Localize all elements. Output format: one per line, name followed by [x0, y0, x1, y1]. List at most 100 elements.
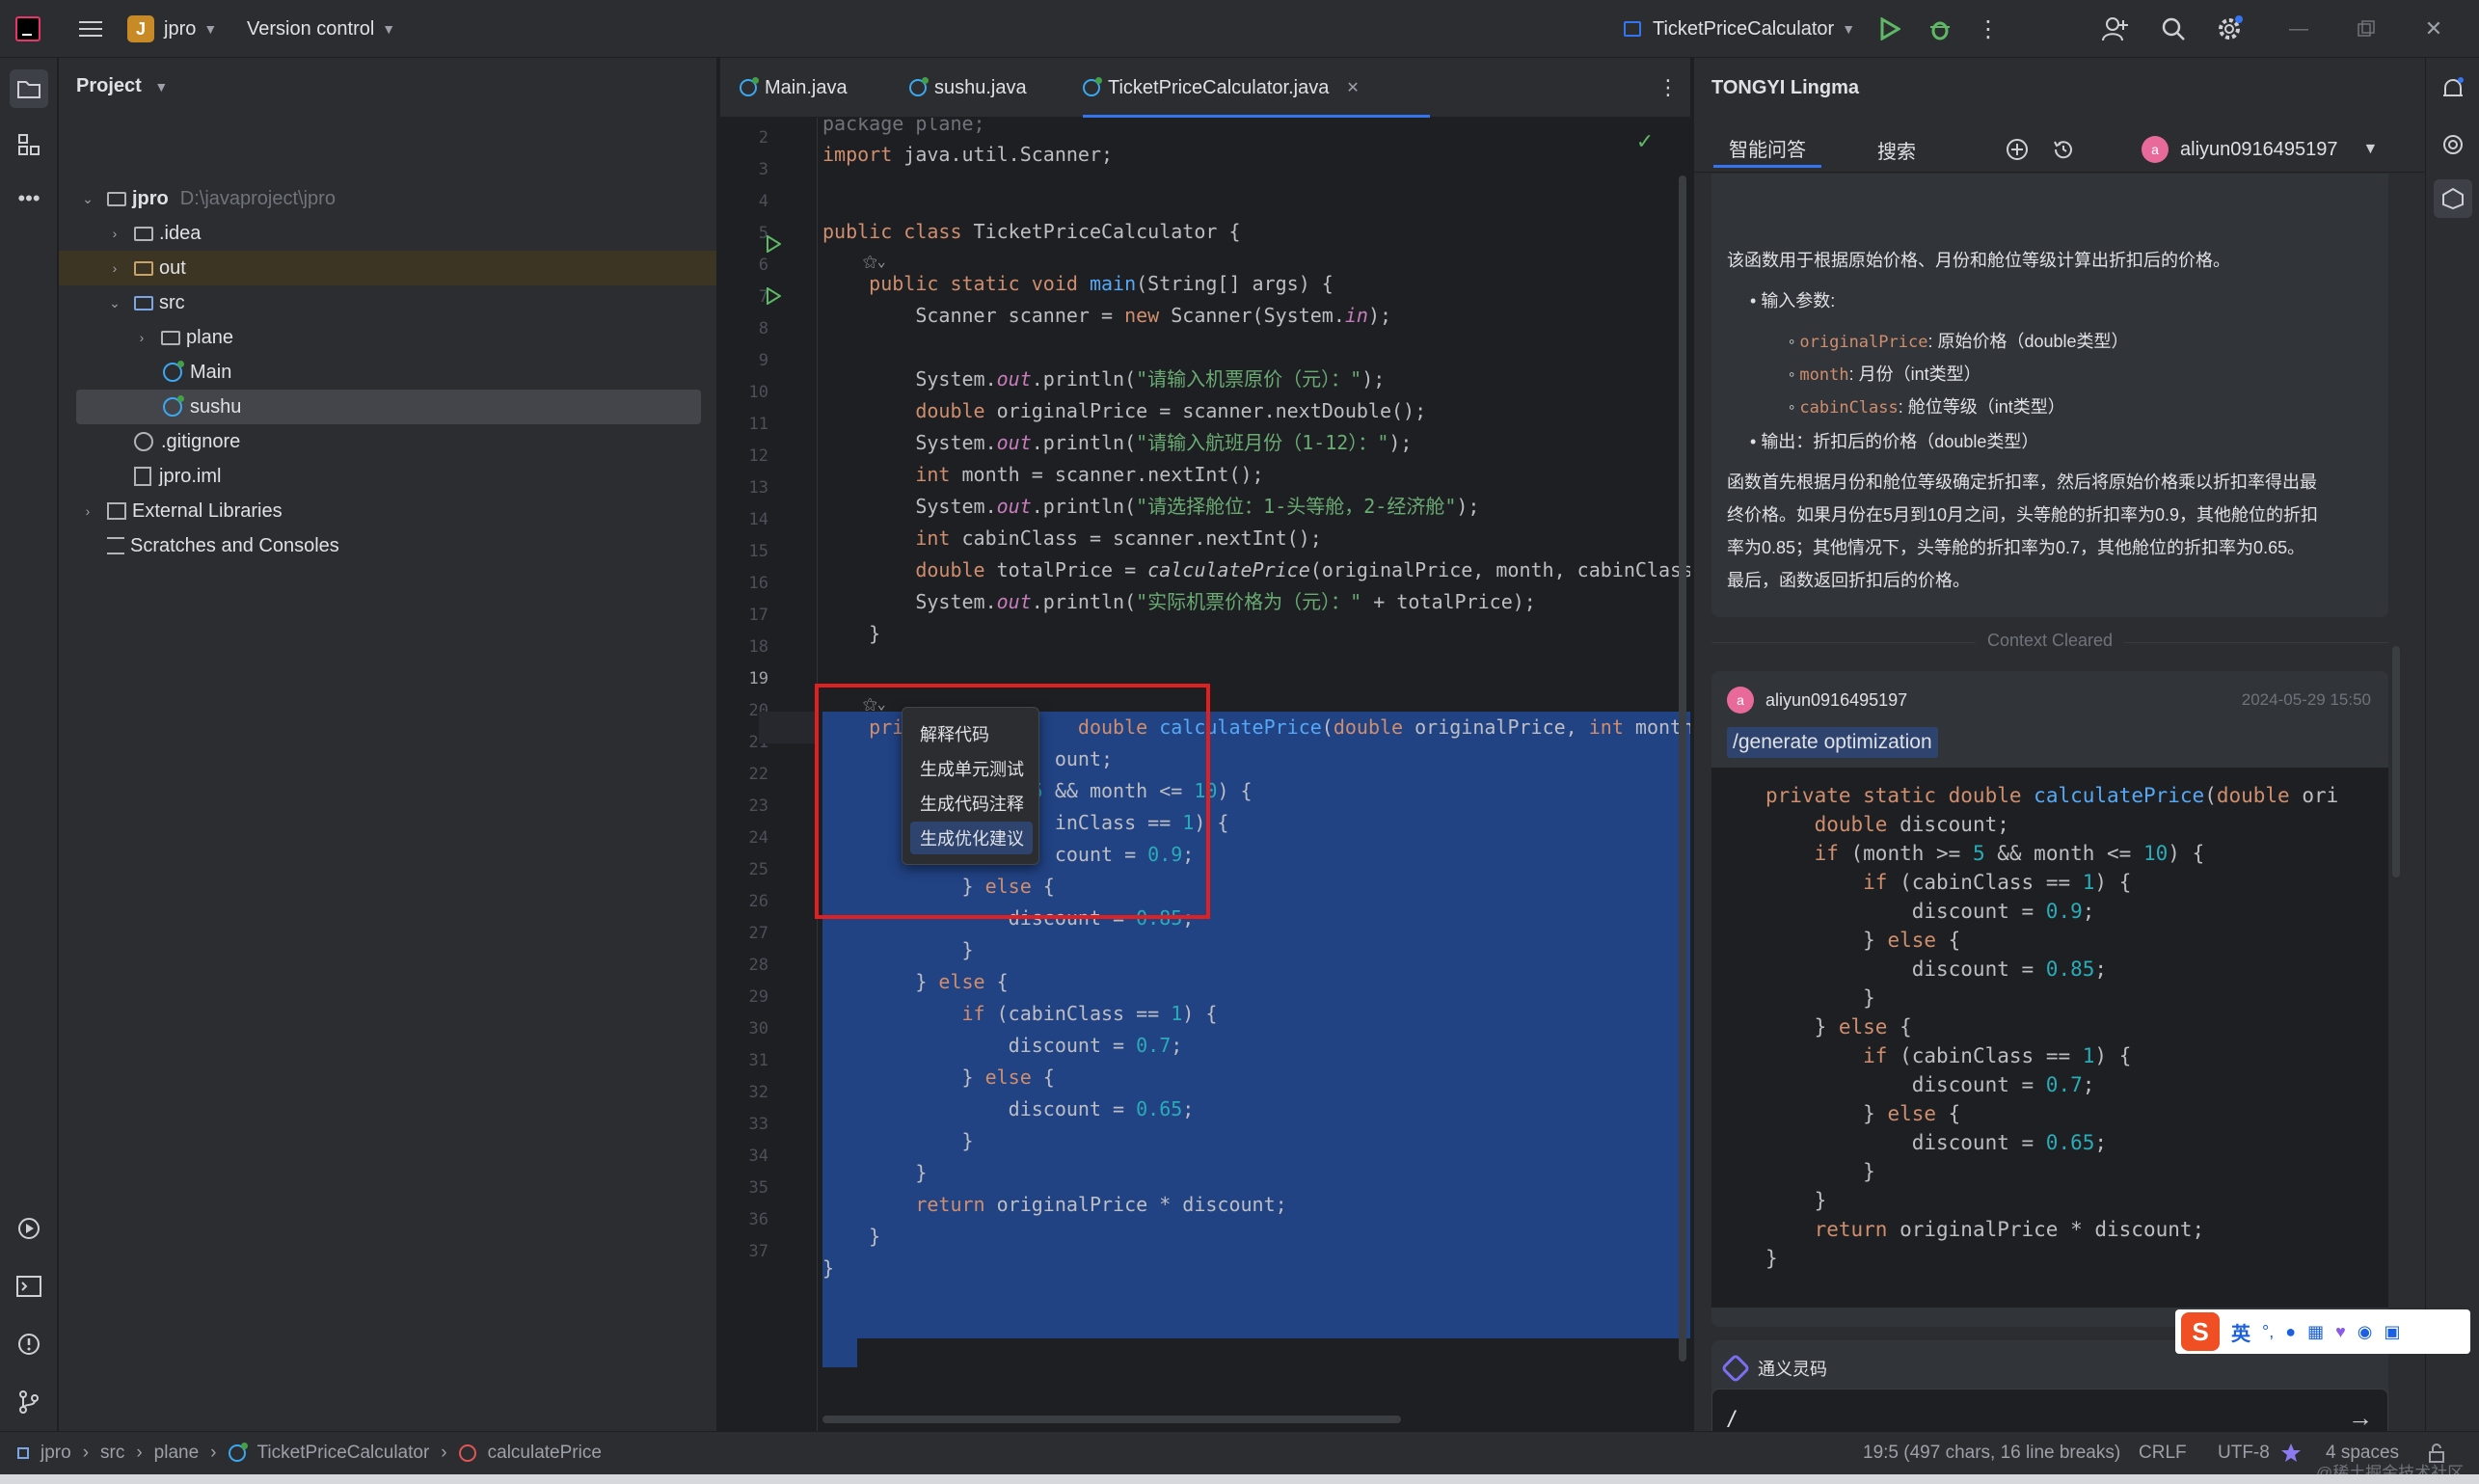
menu-item-generate-unit-test[interactable]: 生成单元测试 [910, 752, 1033, 785]
search-icon[interactable] [2154, 10, 2193, 48]
tab-options-icon[interactable]: ⋮ [1652, 69, 1684, 106]
settings-gear-icon[interactable] [2210, 10, 2249, 48]
tree-item-label: jpro [132, 187, 169, 209]
tree-item-src[interactable]: ⌄ src [105, 285, 786, 320]
ime-skin-icon[interactable]: ♥ [2335, 1322, 2346, 1342]
tree-item-external-libraries[interactable]: › External Libraries [78, 494, 759, 528]
add-user-icon[interactable] [2096, 10, 2135, 48]
tab-sushu-java[interactable]: sushu.java [909, 58, 1027, 118]
tree-item-jpro-iml[interactable]: jpro.iml [134, 459, 815, 494]
menu-item-generate-comments[interactable]: 生成代码注释 [910, 787, 1033, 820]
line-number: 15 [748, 542, 768, 561]
breadcrumb-item[interactable]: src [100, 1443, 124, 1464]
ime-punct-icon[interactable]: °, [2262, 1322, 2274, 1342]
panel-scrollbar[interactable] [2392, 646, 2400, 877]
menu-item-generate-optimization[interactable]: 生成优化建议 [910, 822, 1033, 854]
tab-main-java[interactable]: Main.java [740, 58, 848, 118]
more-tools-icon[interactable]: ••• [10, 179, 48, 218]
tree-item-scratches[interactable]: Scratches and Consoles [78, 528, 759, 563]
tab-label: sushu.java [934, 76, 1027, 98]
line-number: 11 [748, 415, 768, 434]
close-window-icon[interactable]: ✕ [2414, 10, 2453, 48]
code-response-block[interactable]: private static double calculatePrice(dou… [1711, 768, 2388, 1308]
chevron-right-icon[interactable]: › [132, 330, 151, 345]
history-icon[interactable] [2047, 133, 2080, 166]
debug-icon[interactable] [1921, 10, 1959, 48]
project-badge: J [127, 15, 154, 42]
line-separator[interactable]: CRLF [2139, 1432, 2187, 1474]
breadcrumb-item[interactable]: calculatePrice [488, 1443, 602, 1464]
run-config-selector[interactable]: TicketPriceCalculator ▼ [1624, 0, 1855, 58]
ime-game-icon[interactable]: ◉ [2358, 1322, 2373, 1342]
intellij-logo-icon[interactable] [15, 16, 40, 41]
line-number: 35 [748, 1178, 768, 1198]
file-encoding[interactable]: UTF-8 [2218, 1432, 2270, 1474]
breadcrumb-item[interactable]: jpro [40, 1443, 71, 1464]
project-switcher[interactable]: J jpro ▼ [127, 0, 217, 58]
chevron-right-icon[interactable]: › [105, 226, 124, 241]
ime-toolbox-icon[interactable]: ▣ [2385, 1322, 2401, 1342]
run-gutter-icon[interactable] [759, 282, 788, 310]
caret-down-icon: ▼ [2362, 141, 2379, 157]
services-run-icon[interactable] [10, 1209, 48, 1248]
structure-icon[interactable] [10, 125, 48, 164]
tree-item-idea[interactable]: › .idea [105, 216, 786, 251]
lingma-tool-icon[interactable] [2434, 179, 2472, 218]
restore-icon[interactable] [2347, 10, 2385, 48]
chevron-down-icon: ▼ [1842, 21, 1856, 37]
project-panel-header[interactable]: Project ▼ [76, 75, 168, 97]
vertical-scrollbar[interactable] [1679, 175, 1686, 1362]
line-number: 3 [758, 160, 768, 179]
minimize-icon[interactable]: — [2279, 10, 2318, 48]
close-tab-icon[interactable]: ✕ [1346, 78, 1359, 97]
breadcrumb-item[interactable]: TicketPriceCalculator [257, 1443, 430, 1464]
inspection-ok-icon[interactable]: ✓ [1630, 127, 1659, 156]
sogou-ime-icon[interactable]: S [2181, 1312, 2220, 1351]
chevron-right-icon[interactable]: › [78, 503, 97, 519]
problems-icon[interactable] [10, 1325, 48, 1363]
new-chat-icon[interactable] [2001, 133, 2034, 166]
chat-input-value[interactable]: / [1726, 1407, 1738, 1430]
ime-mic-icon[interactable]: ● [2285, 1322, 2296, 1342]
line-number: 25 [748, 860, 768, 879]
notifications-bell-icon[interactable] [2434, 69, 2472, 108]
tree-item-plane[interactable]: › plane [132, 320, 813, 355]
ignore-file-icon [134, 432, 153, 451]
ime-lang-toggle[interactable]: 英 [2231, 1318, 2250, 1346]
tab-smart-qa[interactable]: 智能问答 [1713, 131, 1821, 168]
run-icon[interactable] [1871, 10, 1909, 48]
main-menu-icon[interactable] [71, 10, 110, 48]
tree-item-path: D:\javaproject\jpro [179, 187, 336, 209]
ai-assistant-spiral-icon[interactable] [2434, 125, 2472, 164]
menu-item-explain-code[interactable]: 解释代码 [910, 717, 1033, 750]
git-icon[interactable] [10, 1383, 48, 1421]
tree-item-jpro[interactable]: ⌄ jpro D:\javaproject\jpro [78, 181, 759, 216]
module-folder-icon [107, 191, 126, 206]
ime-toolbar[interactable]: S 英 °, ● ▦ ♥ ◉ ▣ [2175, 1309, 2470, 1354]
caret-position[interactable]: 19:5 (497 chars, 16 line breaks) [1863, 1432, 2120, 1474]
user-account-menu[interactable]: a aliyun0916495197 ▼ [2142, 131, 2378, 168]
chevron-right-icon[interactable]: › [105, 260, 124, 276]
tree-item-sushu[interactable]: sushu [76, 390, 701, 424]
tab-search[interactable]: 搜索 [1877, 131, 1916, 168]
version-control-menu[interactable]: Version control ▼ [247, 0, 395, 58]
tree-item-gitignore[interactable]: .gitignore [134, 424, 815, 459]
horizontal-scrollbar[interactable] [822, 1416, 1401, 1423]
chevron-down-icon[interactable]: ⌄ [105, 295, 124, 311]
input-params-label: 输入参数: [1761, 291, 1836, 310]
tree-item-label: Main [190, 361, 232, 383]
tab-ticketpricecalculator-java[interactable]: TicketPriceCalculator.java ✕ [1083, 58, 1430, 118]
command-chip[interactable]: /generate optimization [1727, 727, 1938, 758]
tree-item-out[interactable]: › out [59, 251, 716, 285]
project-tool-folder-icon[interactable] [10, 69, 48, 108]
breadcrumb-item[interactable]: plane [154, 1443, 200, 1464]
status-bar: jpro › src › plane › TicketPriceCalculat… [0, 1431, 2479, 1484]
send-arrow-icon[interactable]: → [2344, 1401, 2377, 1434]
terminal-icon[interactable] [10, 1267, 48, 1306]
run-gutter-icon[interactable] [759, 229, 788, 258]
ime-keyboard-icon[interactable]: ▦ [2307, 1322, 2324, 1342]
chevron-down-icon[interactable]: ⌄ [78, 191, 97, 207]
lingma-status-icon[interactable] [2279, 1432, 2303, 1474]
chevron-right-icon: › [441, 1443, 447, 1463]
more-actions-icon[interactable]: ⋮ [1969, 10, 2007, 48]
